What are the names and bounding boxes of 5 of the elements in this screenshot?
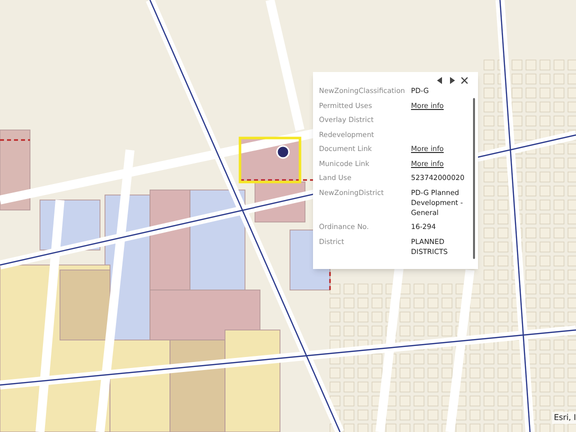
scrollbar[interactable] [473,98,475,259]
attribution-text: Esri, I [552,412,576,424]
previous-icon[interactable] [437,77,443,84]
next-icon[interactable] [449,77,455,84]
close-icon[interactable] [461,77,468,84]
